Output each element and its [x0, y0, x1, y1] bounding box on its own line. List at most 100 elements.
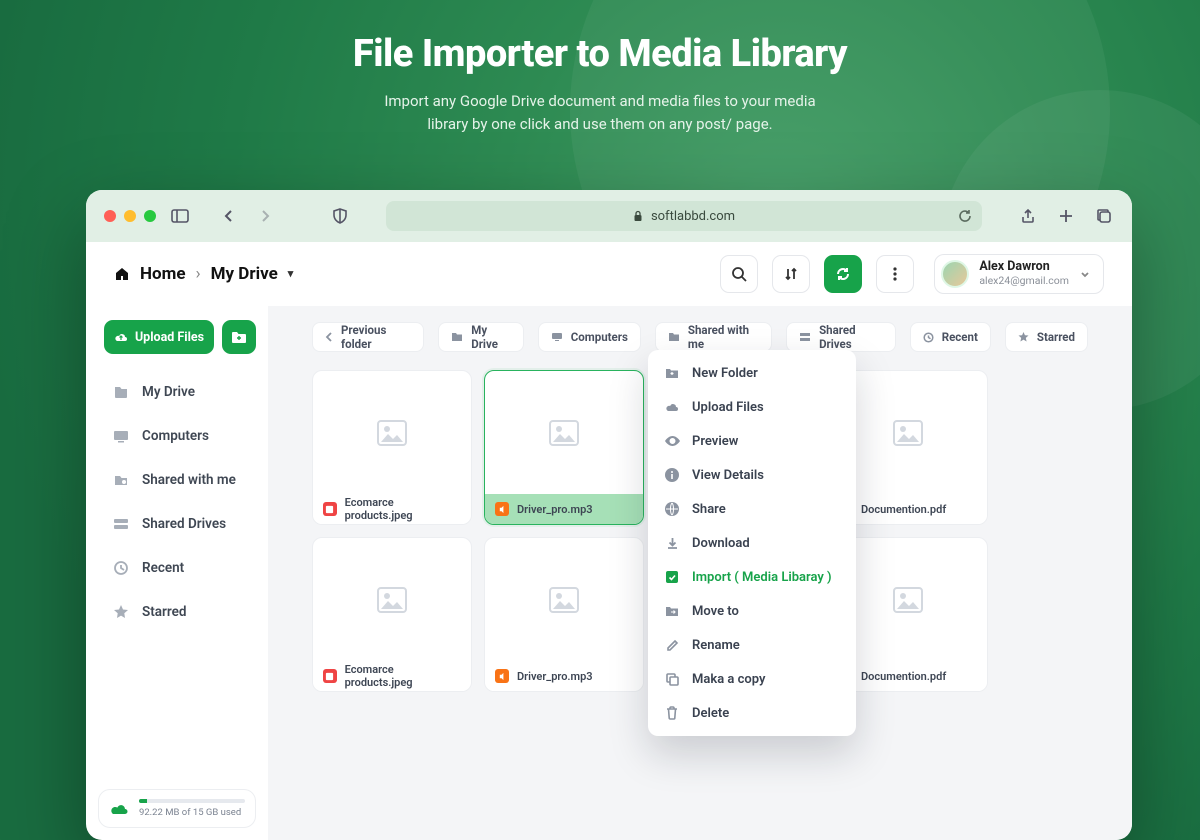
chevron-down-icon: [1079, 268, 1091, 280]
ctx-upload-files[interactable]: Upload Files: [648, 390, 856, 424]
file-name: Documention.pdf: [861, 670, 946, 683]
sidebar-item-label: Shared with me: [142, 472, 236, 488]
ctx-label: Rename: [692, 638, 740, 653]
chip-label: Recent: [942, 330, 978, 344]
file-card[interactable]: Ecomarce products.jpeg: [312, 537, 472, 692]
thumbnail-placeholder: [313, 371, 471, 494]
computer-icon: [112, 427, 130, 445]
ctx-label: Import ( Media Libaray ): [692, 570, 832, 585]
chip-shared-drives[interactable]: Shared Drives: [786, 322, 896, 352]
drive-icon: [112, 383, 130, 401]
file-card[interactable]: Driver_pro.mp3: [484, 537, 644, 692]
ctx-label: Move to: [692, 604, 739, 619]
chip-starred[interactable]: Starred: [1005, 322, 1088, 352]
sidebar-item-computers[interactable]: Computers: [104, 416, 256, 456]
chip-recent[interactable]: Recent: [910, 322, 991, 352]
hero-subtitle: Import any Google Drive document and med…: [0, 90, 1200, 137]
upload-label: Upload Files: [135, 330, 204, 345]
file-name: Ecomarce products.jpeg: [345, 663, 461, 689]
search-button[interactable]: [720, 255, 758, 293]
sidebar-item-recent[interactable]: Recent: [104, 548, 256, 588]
browser-chrome: softlabbd.com: [86, 190, 1132, 242]
edit-icon: [664, 637, 680, 653]
file-card[interactable]: Ecomarce products.jpeg: [312, 370, 472, 525]
storage-widget: 92.22 MB of 15 GB used: [98, 789, 256, 828]
shield-icon[interactable]: [330, 206, 350, 226]
sidebar-toggle-icon[interactable]: [170, 206, 190, 226]
app-window: softlabbd.com Home › My Drive ▾: [86, 190, 1132, 840]
ctx-share[interactable]: Share: [648, 492, 856, 526]
file-card-selected[interactable]: Driver_pro.mp3: [484, 370, 644, 525]
sidebar-item-label: My Drive: [142, 384, 195, 400]
sidebar-item-label: Computers: [142, 428, 209, 444]
user-chip[interactable]: Alex Dawron alex24@gmail.com: [934, 254, 1104, 294]
share-icon[interactable]: [1018, 206, 1038, 226]
close-icon[interactable]: [104, 210, 116, 222]
cloud-upload-icon: [114, 331, 128, 343]
ctx-preview[interactable]: Preview: [648, 424, 856, 458]
ctx-move-to[interactable]: Move to: [648, 594, 856, 628]
caret-down-icon[interactable]: ▾: [288, 267, 294, 280]
maximize-icon[interactable]: [144, 210, 156, 222]
forward-icon[interactable]: [256, 206, 276, 226]
chip-computers[interactable]: Computers: [538, 322, 641, 352]
thumbnail-placeholder: [485, 371, 643, 494]
ctx-label: Share: [692, 502, 726, 517]
back-icon[interactable]: [218, 206, 238, 226]
more-button[interactable]: [876, 255, 914, 293]
ctx-label: New Folder: [692, 366, 758, 381]
sidebar-item-label: Starred: [142, 604, 186, 620]
sidebar-item-my-drive[interactable]: My Drive: [104, 372, 256, 412]
sync-button[interactable]: [824, 255, 862, 293]
folder-icon: [451, 332, 463, 342]
ctx-download[interactable]: Download: [648, 526, 856, 560]
ctx-label: Delete: [692, 706, 729, 721]
breadcrumb-drive[interactable]: My Drive: [211, 264, 278, 284]
ctx-import-media-library[interactable]: Import ( Media Libaray ): [648, 560, 856, 594]
ctx-new-folder[interactable]: New Folder: [648, 356, 856, 390]
folder-plus-icon: [664, 365, 680, 381]
globe-icon: [664, 501, 680, 517]
computer-icon: [551, 332, 563, 342]
chip-label: My Drive: [471, 323, 511, 351]
ctx-delete[interactable]: Delete: [648, 696, 856, 730]
chip-my-drive[interactable]: My Drive: [438, 322, 524, 352]
reload-icon[interactable]: [958, 209, 972, 223]
tabs-icon[interactable]: [1094, 206, 1114, 226]
kebab-icon: [893, 266, 897, 282]
image-file-icon: [323, 669, 337, 683]
main-panel: Previous folder My Drive Computers Share…: [268, 306, 1132, 840]
audio-file-icon: [495, 669, 509, 683]
chip-shared-with-me[interactable]: Shared with me: [655, 322, 772, 352]
breadcrumb-home[interactable]: Home: [140, 264, 186, 284]
sidebar-item-starred[interactable]: Starred: [104, 592, 256, 632]
image-file-icon: [323, 502, 337, 516]
upload-files-button[interactable]: Upload Files: [104, 320, 214, 354]
new-tab-icon[interactable]: [1056, 206, 1076, 226]
user-name: Alex Dawron: [979, 260, 1069, 274]
chip-label: Previous folder: [341, 323, 411, 351]
address-bar[interactable]: softlabbd.com: [386, 201, 982, 231]
chip-label: Shared Drives: [819, 323, 883, 351]
hero: File Importer to Media Library Import an…: [0, 0, 1200, 137]
minimize-icon[interactable]: [124, 210, 136, 222]
new-folder-button[interactable]: [222, 320, 256, 354]
info-icon: [664, 467, 680, 483]
cloud-upload-icon: [664, 399, 680, 415]
window-controls[interactable]: [104, 210, 156, 222]
sidebar-item-shared-drives[interactable]: Shared Drives: [104, 504, 256, 544]
ctx-view-details[interactable]: View Details: [648, 458, 856, 492]
sidebar-item-shared-with-me[interactable]: Shared with me: [104, 460, 256, 500]
shared-icon: [112, 471, 130, 489]
chevron-left-icon: [325, 332, 333, 342]
star-icon: [1018, 332, 1029, 343]
download-icon: [664, 535, 680, 551]
sort-button[interactable]: [772, 255, 810, 293]
ctx-rename[interactable]: Rename: [648, 628, 856, 662]
ctx-make-a-copy[interactable]: Maka a copy: [648, 662, 856, 696]
user-email: alex24@gmail.com: [979, 274, 1069, 287]
chip-label: Computers: [571, 330, 628, 344]
file-name: Driver_pro.mp3: [517, 503, 593, 516]
chip-previous-folder[interactable]: Previous folder: [312, 322, 424, 352]
folder-move-icon: [664, 603, 680, 619]
